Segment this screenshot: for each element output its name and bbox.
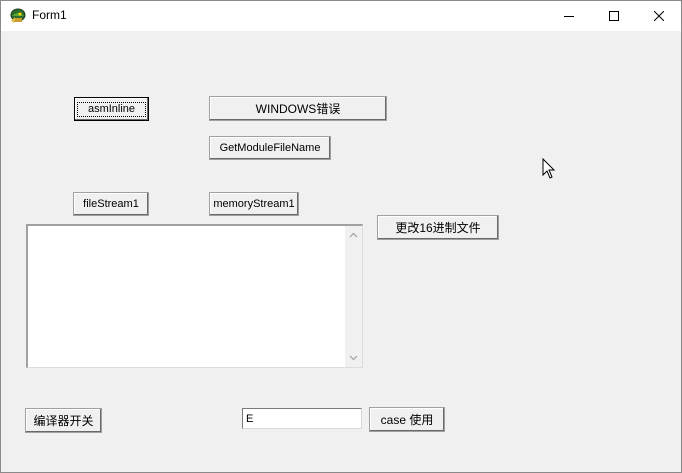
memo-scrollbar[interactable] (345, 226, 362, 367)
scroll-up-arrow-icon[interactable] (349, 232, 358, 238)
maximize-icon (608, 11, 619, 21)
close-button[interactable] (636, 1, 681, 31)
case-use-button[interactable]: case 使用 (369, 407, 445, 432)
window-title: Form1 (32, 8, 67, 22)
title-bar[interactable]: Form1 (1, 1, 681, 31)
memory-stream-button[interactable]: memoryStream1 (209, 192, 299, 216)
mouse-cursor-icon (542, 158, 556, 179)
maximize-button[interactable] (591, 1, 636, 31)
compiler-switch-button[interactable]: 编译器开关 (25, 408, 102, 433)
case-edit-input[interactable] (242, 408, 362, 429)
asm-inline-button[interactable]: asmInline (74, 97, 149, 121)
asm-inline-label: asmInline (76, 101, 147, 117)
close-icon (653, 11, 664, 21)
windows-error-button[interactable]: WINDOWS错误 (209, 96, 387, 121)
scroll-down-arrow-icon[interactable] (349, 355, 358, 361)
get-module-file-name-button[interactable]: GetModuleFileName (209, 136, 331, 160)
file-stream-button[interactable]: fileStream1 (73, 192, 149, 216)
minimize-button[interactable] (546, 1, 591, 31)
delphi-helmet-icon (10, 8, 26, 23)
minimize-icon (563, 16, 574, 17)
modify-hex-file-button[interactable]: 更改16进制文件 (377, 215, 499, 240)
form1-window: Form1 asmInline WINDOWS错误 GetModuleFileN… (0, 0, 682, 473)
memo-textarea[interactable] (26, 224, 363, 368)
